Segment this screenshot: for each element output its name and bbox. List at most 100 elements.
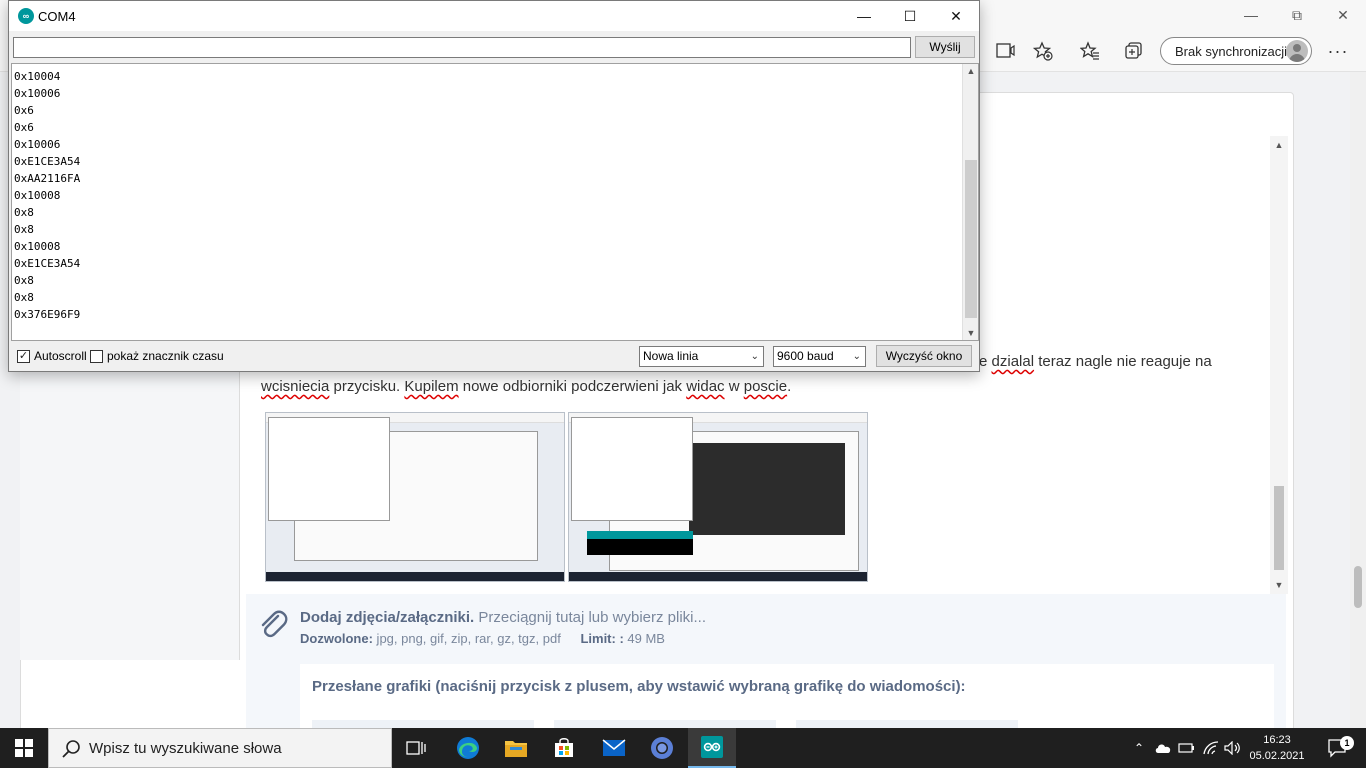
add-favorite-icon[interactable] — [1029, 38, 1057, 64]
serial-output-lines: 0x10004 0x10006 0x6 0x6 0x10006 0xE1CE3A54 0xA… — [14, 68, 80, 323]
cloud-icon[interactable] — [1154, 739, 1172, 757]
serial-output-line: 0x10008 — [14, 240, 61, 253]
uploaded-image-slot[interactable] — [796, 720, 1018, 728]
allowed-value: jpg, png, gif, zip, rar, gz, tgz, pdf — [372, 631, 561, 646]
paperclip-icon — [258, 608, 288, 642]
serial-output-scrollbar[interactable]: ▲ ▼ — [962, 64, 978, 340]
task-view-icon[interactable] — [392, 728, 440, 768]
scrollbar-thumb[interactable] — [1354, 566, 1362, 608]
clock-time: 16:23 — [1263, 734, 1291, 746]
edge-icon[interactable] — [444, 728, 492, 768]
window-title: COM4 — [38, 9, 76, 24]
attachments-title-label: Dodaj zdjęcia/załączniki. — [300, 609, 475, 626]
notifications-button[interactable]: 1 — [1320, 728, 1356, 768]
browser-minimize-button[interactable]: — — [1228, 0, 1274, 30]
chevron-down-icon: ⌄ — [852, 351, 861, 362]
browser-close-button[interactable]: ✕ — [1320, 0, 1366, 30]
attachments-constraints: Dozwolone: jpg, png, gif, zip, rar, gz, … — [300, 631, 665, 646]
taskbar-search-box[interactable]: Wpisz tu wyszukiwane słowa — [48, 728, 392, 768]
volume-icon[interactable] — [1224, 739, 1242, 757]
avatar — [1286, 40, 1308, 62]
post-text-fragment: nowe odbiorniki podczerwieni jak — [458, 378, 687, 395]
sync-profile-button[interactable]: Brak synchronizacji — [1160, 37, 1312, 65]
serial-output-line: 0x6 — [14, 121, 34, 134]
serial-output-line: 0x376E96F9 — [14, 308, 81, 321]
baud-rate-value: 9600 baud — [777, 349, 834, 363]
more-options-icon[interactable]: ··· — [1324, 38, 1352, 64]
limit-label: Limit: : — [580, 631, 624, 646]
read-aloud-icon[interactable] — [992, 38, 1020, 64]
serial-monitor-titlebar[interactable]: ∞ COM4 — ☐ ✕ — [9, 1, 979, 31]
line-ending-value: Nowa linia — [643, 349, 699, 363]
chevron-up-icon[interactable]: ⌃ — [1130, 739, 1148, 757]
attachments-hint[interactable]: Przeciągnij tutaj lub wybierz pliki... — [474, 609, 706, 626]
battery-plug-icon[interactable] — [1178, 739, 1196, 757]
serial-output-line: 0x10006 — [14, 138, 61, 151]
autoscroll-checkbox[interactable]: ✓ — [17, 350, 30, 363]
timestamp-label: pokaż znacznik czasu — [107, 349, 224, 363]
post-text-fragment: e — [979, 353, 992, 370]
baud-rate-select[interactable]: 9600 baud ⌄ — [773, 346, 866, 367]
scroll-up-icon[interactable]: ▲ — [963, 64, 979, 78]
clock-date: 05.02.2021 — [1249, 750, 1305, 762]
serial-output-line: 0x8 — [14, 291, 34, 304]
post-text-fragment: . — [787, 378, 792, 395]
post-text-misspelled: widac — [686, 378, 725, 395]
arduino-icon[interactable] — [688, 728, 736, 768]
mail-icon[interactable] — [590, 728, 638, 768]
serial-output-line: 0x10008 — [14, 189, 61, 202]
minimize-button[interactable]: — — [841, 1, 887, 31]
close-button[interactable]: ✕ — [933, 1, 979, 31]
post-text-misspelled: poscie — [743, 378, 788, 395]
scroll-down-icon[interactable]: ▼ — [1274, 580, 1284, 590]
timestamp-checkbox[interactable] — [90, 350, 103, 363]
post-image-thumbnail[interactable] — [568, 412, 868, 582]
scroll-up-icon[interactable]: ▲ — [1274, 140, 1284, 150]
sync-label: Brak synchronizacji — [1175, 43, 1287, 59]
post-text-fragment: teraz nagle nie reaguje na — [1034, 353, 1212, 370]
allowed-label: Dozwolone: — [300, 631, 373, 646]
post-text-fragment: przycisku. — [329, 378, 405, 395]
taskbar-clock[interactable]: 16:23 05.02.2021 — [1246, 732, 1308, 764]
search-icon — [62, 740, 80, 758]
scrollbar-thumb[interactable] — [1274, 486, 1284, 570]
clear-output-button[interactable]: Wyczyść okno — [876, 345, 972, 367]
post-text-misspelled: wcisniecia — [261, 378, 330, 395]
start-button[interactable] — [0, 728, 48, 768]
chevron-down-icon: ⌄ — [750, 351, 759, 362]
uploaded-images-panel — [300, 664, 1274, 728]
chrome-icon[interactable] — [638, 728, 686, 768]
search-placeholder: Wpisz tu wyszukiwane słowa — [89, 739, 282, 757]
post-image-thumbnail[interactable] — [265, 412, 565, 582]
line-ending-select[interactable]: Nowa linia ⌄ — [639, 346, 764, 367]
scrollbar-thumb[interactable] — [965, 160, 977, 318]
post-text-misspelled: dzialal — [991, 353, 1035, 370]
send-button[interactable]: Wyślij — [915, 36, 975, 58]
wifi-icon[interactable] — [1202, 739, 1220, 757]
collections-icon[interactable] — [1120, 38, 1148, 64]
favorites-icon[interactable] — [1076, 38, 1104, 64]
serial-output-line: 0x8 — [14, 206, 34, 219]
file-explorer-icon[interactable] — [492, 728, 540, 768]
serial-output-area[interactable]: 0x10004 0x10006 0x6 0x6 0x10006 0xE1CE3A54 0xA… — [11, 63, 979, 341]
serial-monitor-window: ∞ COM4 — ☐ ✕ Wyślij 0x10004 0x10006 0x6 0x6… — [8, 0, 980, 372]
limit-value: 49 MB — [623, 631, 665, 646]
serial-output-line: 0x8 — [14, 223, 34, 236]
browser-restore-button[interactable]: ⧉ — [1274, 0, 1320, 30]
serial-output-line: 0x8 — [14, 274, 34, 287]
uploaded-image-slot[interactable] — [554, 720, 776, 728]
taskbar: Wpisz tu wyszukiwane słowa ⌃ 16:23 05.02… — [0, 728, 1366, 768]
scroll-down-icon[interactable]: ▼ — [963, 326, 979, 340]
attachments-title: Dodaj zdjęcia/załączniki. Przeciągnij tu… — [300, 609, 706, 626]
serial-input-field[interactable] — [13, 37, 911, 58]
serial-output-line: 0x10004 — [14, 70, 61, 83]
autoscroll-label: Autoscroll — [34, 349, 87, 363]
editor-scrollbar[interactable]: ▲ ▼ — [1270, 136, 1288, 594]
post-text-misspelled: Kupilem — [404, 378, 459, 395]
maximize-button[interactable]: ☐ — [887, 1, 933, 31]
store-icon[interactable] — [540, 728, 588, 768]
serial-output-line: 0xAA2116FA — [14, 172, 81, 185]
page-scrollbar[interactable] — [1350, 72, 1366, 728]
serial-monitor-footer: ✓ Autoscroll pokaż znacznik czasu Nowa l… — [9, 342, 979, 371]
uploaded-image-slot[interactable] — [312, 720, 534, 728]
